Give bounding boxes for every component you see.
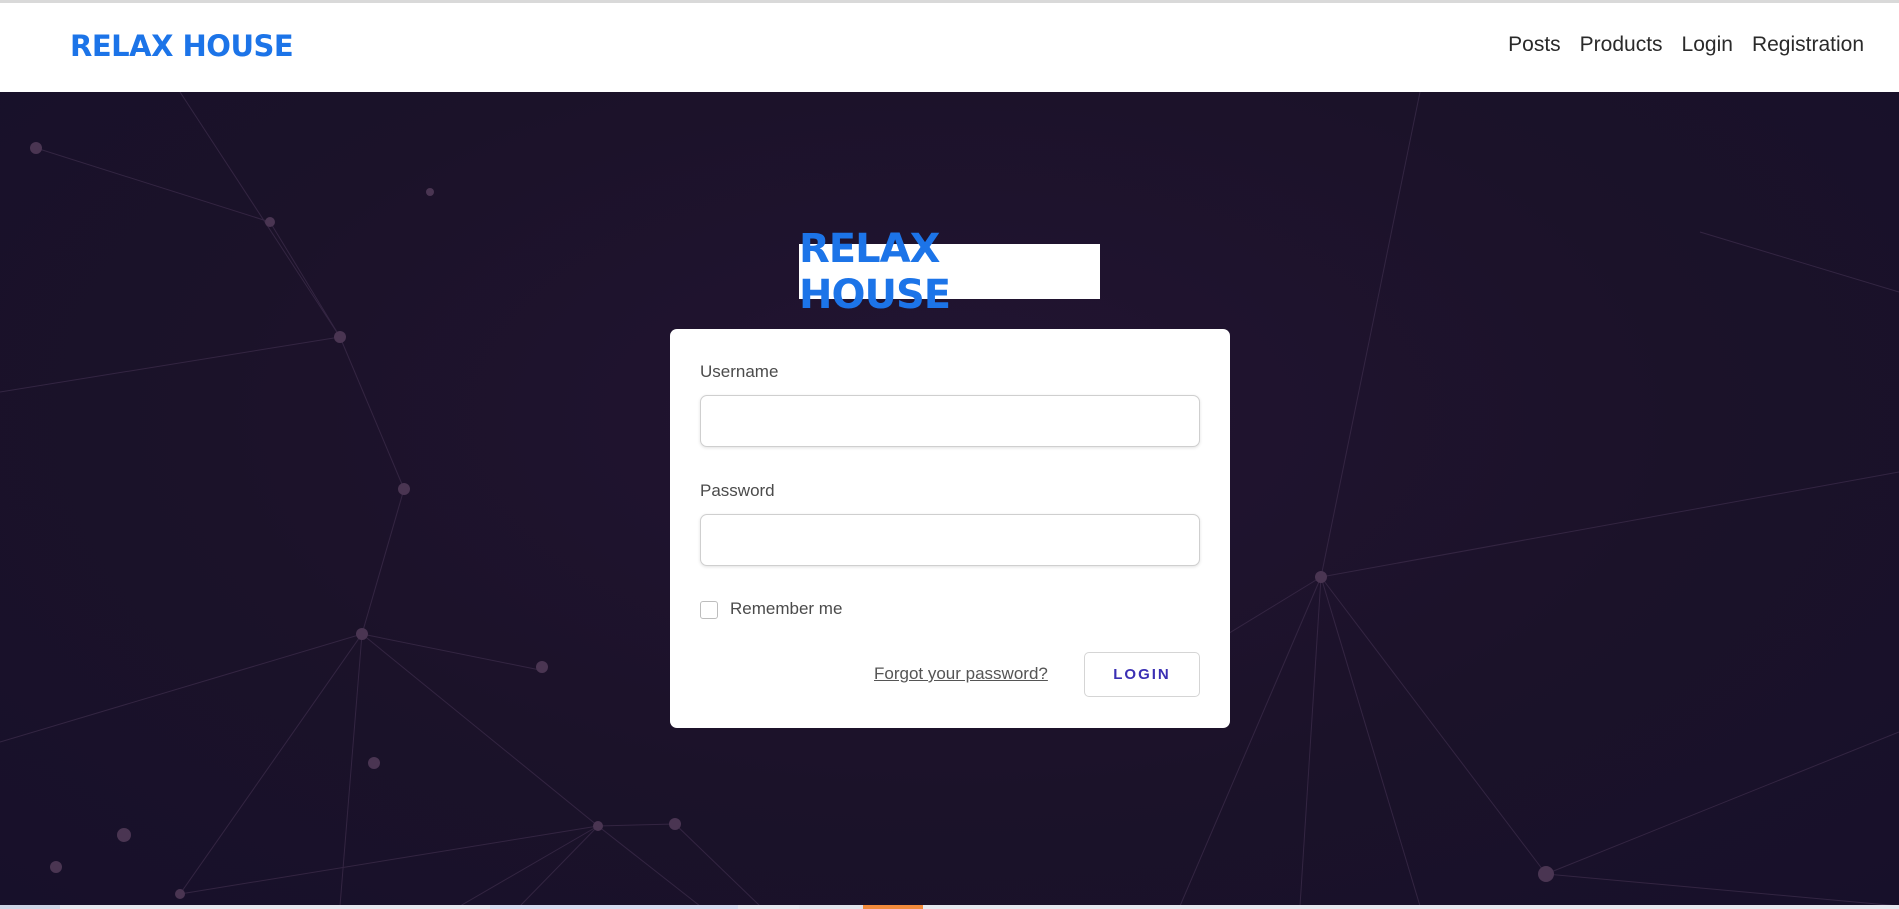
login-button[interactable]: LOGIN: [1084, 652, 1200, 697]
remember-me-checkbox[interactable]: [700, 601, 718, 619]
password-input[interactable]: [700, 514, 1200, 566]
navbar: RELAX HOUSE Posts Products Login Registr…: [0, 3, 1899, 93]
password-label: Password: [700, 481, 775, 500]
strip-segment: [799, 905, 863, 909]
remember-me-label: Remember me: [730, 599, 843, 618]
hero-section: RELAX HOUSE Username Password Remember m…: [0, 92, 1899, 906]
strip-segment: [490, 905, 738, 909]
hero-logo: RELAX HOUSE: [799, 226, 1100, 318]
nav-link-registration[interactable]: Registration: [1752, 33, 1864, 57]
nav-link-login[interactable]: Login: [1682, 33, 1733, 57]
nav-link-posts[interactable]: Posts: [1508, 33, 1561, 57]
username-input[interactable]: [700, 395, 1200, 447]
strip-segment: [0, 905, 60, 909]
bottom-strip: [0, 905, 1899, 909]
main-nav: Posts Products Login Registration: [1508, 33, 1864, 57]
brand-logo-link[interactable]: RELAX HOUSE: [70, 29, 294, 63]
nav-link-products[interactable]: Products: [1580, 33, 1663, 57]
login-card: Username Password Remember me Forgot you…: [670, 329, 1230, 728]
forgot-password-link[interactable]: Forgot your password?: [874, 664, 1048, 684]
strip-segment: [863, 905, 923, 909]
username-label: Username: [700, 362, 779, 381]
hero-logo-text: RELAX HOUSE: [799, 225, 951, 318]
